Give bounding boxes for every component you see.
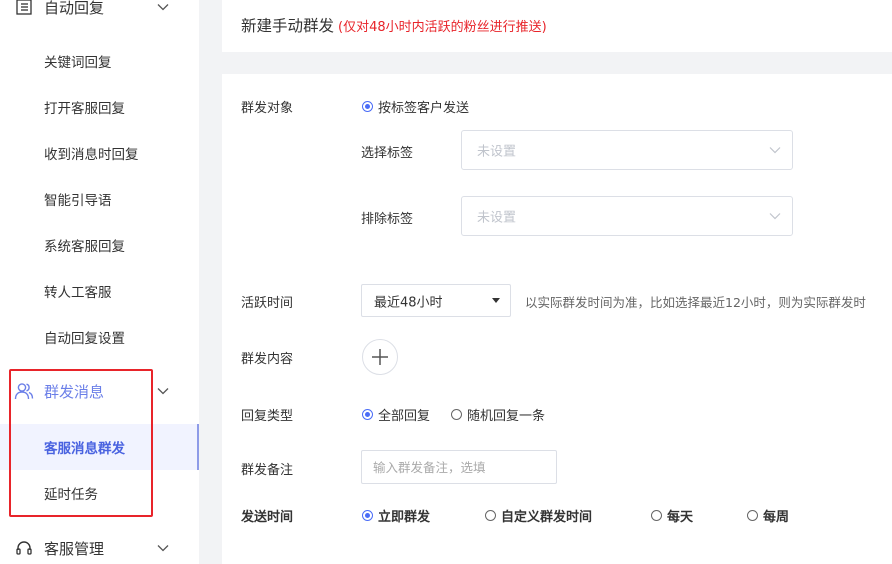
chevron-down-icon: [157, 4, 169, 11]
users-icon: [14, 381, 34, 401]
sidebar-group-auto-reply[interactable]: 自动回复: [0, 0, 199, 30]
list-icon: [14, 0, 34, 17]
sidebar-group-service-management[interactable]: 客服管理: [0, 525, 199, 564]
page-title: 新建手动群发 (仅对48小时内活跃的粉丝进行推送): [241, 17, 547, 35]
sidebar-item-open-service-reply[interactable]: 打开客服回复: [0, 84, 199, 130]
remark-label: 群发备注: [241, 463, 294, 478]
sidebar-item-service-mass-message[interactable]: 客服消息群发: [0, 424, 199, 470]
reply-type-label: 回复类型: [241, 409, 294, 424]
radio-unchecked-icon: [747, 510, 758, 521]
chevron-down-icon: [157, 388, 169, 395]
headset-icon: [14, 538, 34, 558]
content-label: 群发内容: [241, 352, 294, 367]
send-daily-radio[interactable]: 每天: [651, 506, 693, 525]
radio-checked-icon: [362, 101, 373, 112]
radio-unchecked-icon: [451, 409, 462, 420]
reply-all-radio[interactable]: 全部回复: [362, 405, 430, 424]
add-content-button[interactable]: [362, 339, 398, 375]
remark-input[interactable]: [361, 450, 557, 484]
select-tag-dropdown[interactable]: 未设置: [461, 130, 793, 170]
radio-unchecked-icon: [485, 510, 496, 521]
radio-checked-icon: [362, 510, 373, 521]
caret-down-icon: [492, 298, 500, 303]
target-label: 群发对象: [241, 101, 294, 116]
sidebar-item-smart-guide[interactable]: 智能引导语: [0, 176, 199, 222]
send-now-radio[interactable]: 立即群发: [362, 506, 430, 525]
chevron-down-icon: [769, 213, 781, 220]
chevron-down-icon: [157, 545, 169, 552]
page-title-note: (仅对48小时内活跃的粉丝进行推送): [338, 20, 547, 35]
radio-unchecked-icon: [651, 510, 662, 521]
radio-checked-icon: [362, 409, 373, 420]
mass-message-form: 群发对象 按标签客户发送 选择标签 未设置 排除标签 未设置 活跃时间 最近48…: [222, 74, 892, 564]
sidebar-group-label: 客服管理: [44, 539, 105, 558]
sidebar-group-label: 自动回复: [44, 0, 105, 17]
active-time-hint: 以实际群发时间为准，比如选择最近12小时，则为实际群发时: [525, 295, 866, 310]
sidebar-item-auto-reply-settings[interactable]: 自动回复设置: [0, 314, 199, 360]
sidebar-item-message-received-reply[interactable]: 收到消息时回复: [0, 130, 199, 176]
sidebar: 自动回复 关键词回复 打开客服回复 收到消息时回复 智能引导语 系统客服回复 转…: [0, 0, 199, 564]
page-header: 新建手动群发 (仅对48小时内活跃的粉丝进行推送): [222, 0, 892, 52]
send-time-label: 发送时间: [241, 510, 294, 525]
sidebar-item-delayed-tasks[interactable]: 延时任务: [0, 470, 199, 516]
chevron-down-icon: [769, 147, 781, 154]
sidebar-group-label: 群发消息: [44, 382, 105, 401]
send-custom-time-radio[interactable]: 自定义群发时间: [485, 506, 592, 525]
plus-icon: [372, 349, 388, 365]
target-by-tag-radio[interactable]: 按标签客户发送: [362, 97, 469, 116]
exclude-tag-dropdown[interactable]: 未设置: [461, 196, 793, 236]
exclude-tag-label: 排除标签: [361, 212, 414, 227]
sidebar-group-mass-message[interactable]: 群发消息: [0, 368, 199, 414]
sidebar-item-keyword-reply[interactable]: 关键词回复: [0, 38, 199, 84]
active-time-select[interactable]: 最近48小时: [361, 284, 511, 317]
select-tag-label: 选择标签: [361, 146, 414, 161]
sidebar-item-system-service-reply[interactable]: 系统客服回复: [0, 222, 199, 268]
reply-random-one-radio[interactable]: 随机回复一条: [451, 405, 545, 424]
sidebar-item-transfer-human[interactable]: 转人工客服: [0, 268, 199, 314]
active-time-label: 活跃时间: [241, 296, 294, 311]
send-weekly-radio[interactable]: 每周: [747, 506, 789, 525]
